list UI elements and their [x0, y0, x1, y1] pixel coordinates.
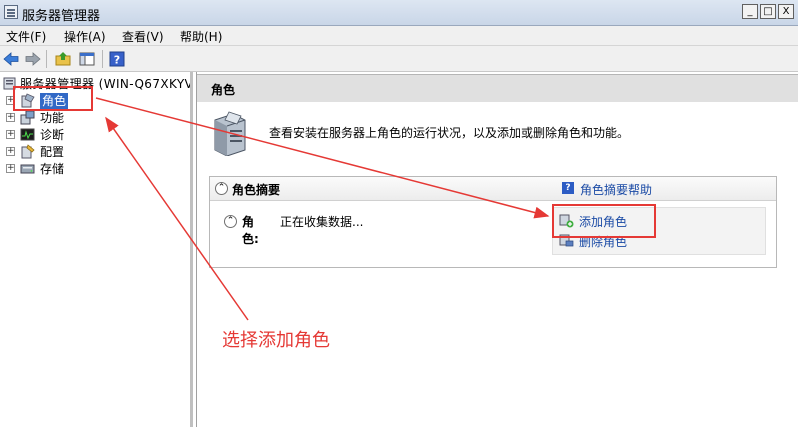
expand-icon[interactable]: + [6, 147, 15, 156]
navigation-tree: 服务器管理器 (WIN-Q67XKYVWOE + 角色 + 功能 + 诊断 + … [0, 72, 193, 427]
expand-icon[interactable]: + [6, 113, 15, 122]
collapse-icon[interactable]: ⌃ [224, 215, 237, 228]
menu-file[interactable]: 文件(F) [6, 28, 46, 45]
minimize-button[interactable]: _ [742, 4, 758, 19]
menu-help[interactable]: 帮助(H) [180, 28, 222, 45]
svg-text:?: ? [114, 54, 120, 67]
up-folder-icon[interactable] [54, 50, 72, 68]
tree-item-features[interactable]: + 功能 [0, 110, 190, 126]
maximize-button[interactable]: □ [760, 4, 776, 19]
title-bar: 服务器管理器 _ □ X [0, 0, 798, 26]
tree-item-configuration[interactable]: + 配置 [0, 144, 190, 160]
expand-icon[interactable]: + [6, 130, 15, 139]
roles-server-icon [211, 110, 249, 157]
menu-bar: 文件(F) 操作(A) 查看(V) 帮助(H) [0, 26, 798, 46]
menu-view[interactable]: 查看(V) [122, 28, 164, 45]
server-manager-icon [4, 5, 18, 19]
back-arrow-icon[interactable] [2, 50, 20, 68]
toolbar: ? [0, 46, 798, 72]
tree-item-diagnostics[interactable]: + 诊断 [0, 127, 190, 143]
forward-arrow-icon[interactable] [24, 50, 42, 68]
tree-item-label: 配置 [40, 145, 65, 159]
features-icon [20, 110, 35, 125]
storage-icon [20, 161, 35, 176]
tree-item-label: 诊断 [40, 128, 65, 142]
menu-action[interactable]: 操作(A) [64, 28, 106, 45]
tree-item-storage[interactable]: + 存储 [0, 161, 190, 177]
pane-title: 角色 [211, 83, 236, 97]
window-title: 服务器管理器 [22, 9, 101, 24]
configuration-icon [20, 144, 35, 159]
pane-header: 角色 [197, 74, 798, 102]
summary-title: 角色摘要 [232, 183, 281, 197]
annotation-box-add-roles [552, 204, 656, 238]
tree-item-label: 存储 [40, 162, 65, 176]
summary-header: ⌃ 角色摘要 ? 角色摘要帮助 [210, 177, 776, 201]
tree-item-label: 功能 [40, 111, 65, 125]
show-hide-tree-icon[interactable] [78, 50, 96, 68]
diagnostics-icon [20, 127, 35, 142]
close-button[interactable]: X [778, 4, 794, 19]
expand-icon[interactable]: + [6, 164, 15, 173]
help-icon[interactable]: ? [108, 50, 126, 68]
roles-label: 角色: [242, 215, 259, 246]
summary-help-link[interactable]: 角色摘要帮助 [580, 181, 652, 198]
details-pane: 角色 查看安装在服务器上角色的运行状况，以及添加或删除角色和功能。 ⌃ 角色摘要… [196, 72, 798, 427]
roles-status: 正在收集数据... [280, 215, 364, 229]
help-icon: ? [562, 182, 574, 194]
annotation-box-roles [13, 86, 93, 111]
intro-description: 查看安装在服务器上角色的运行状况，以及添加或删除角色和功能。 [269, 126, 630, 140]
collapse-icon[interactable]: ⌃ [215, 182, 228, 195]
annotation-text: 选择添加角色 [222, 330, 330, 351]
roles-summary-section: ⌃ 角色摘要 ? 角色摘要帮助 ⌃ 角色: 正在收集数据... 添加角色 删除角… [209, 176, 777, 268]
